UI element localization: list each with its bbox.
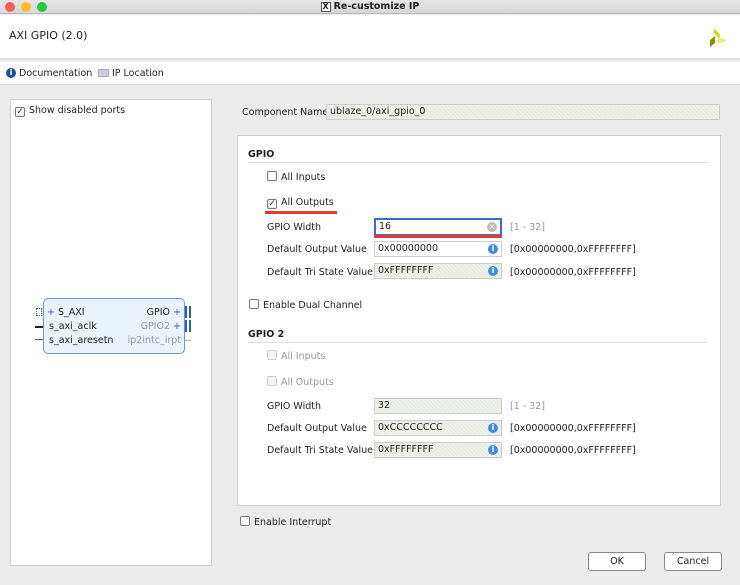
gpio2-width-input[interactable]: 32	[374, 398, 502, 414]
reset-pin-icon	[35, 339, 43, 340]
gpio2-section-title: GPIO 2	[248, 329, 285, 340]
highlight-underline	[374, 235, 502, 238]
minimize-window-button[interactable]	[21, 2, 31, 12]
gpio-default-output-range: [0x00000000,0xFFFFFFFF]	[510, 244, 636, 255]
gpio2-all-outputs-checkbox[interactable]: All Outputs	[267, 376, 334, 388]
gpio2-bus-icon	[185, 320, 191, 332]
title-bar: X Re-customize IP	[0, 0, 740, 14]
symbol-panel: ✓ Show disabled ports + S_AXI s_axi_aclk …	[10, 99, 212, 566]
gpio-default-output-input[interactable]: 0x00000000 i	[374, 241, 502, 257]
port-s-axi-aresetn: s_axi_aresetn	[49, 335, 114, 346]
gpio2-width-label: GPIO Width	[267, 401, 321, 412]
clock-pin-icon	[35, 326, 43, 328]
gpio-default-output-label: Default Output Value	[267, 244, 367, 255]
gpio-section-title: GPIO	[248, 149, 275, 160]
show-disabled-ports-label: Show disabled ports	[29, 105, 126, 116]
window-title: Re-customize IP	[333, 1, 420, 12]
toolbar: i Documentation IP Location	[0, 62, 740, 85]
info-icon: i	[488, 244, 498, 254]
gpio-bus-icon	[185, 306, 191, 318]
maximize-window-button[interactable]	[37, 2, 47, 12]
enable-interrupt-checkbox[interactable]: Enable Interrupt	[240, 516, 331, 528]
gpio-width-input[interactable]: 16 ×	[374, 218, 502, 236]
info-icon: i	[488, 445, 498, 455]
ok-button[interactable]: OK	[588, 552, 646, 571]
gpio2-tri-state-range: [0x00000000,0xFFFFFFFF]	[510, 445, 636, 456]
gpio-tri-state-label: Default Tri State Value	[267, 267, 373, 278]
enable-dual-channel-checkbox[interactable]: Enable Dual Channel	[249, 299, 362, 311]
info-icon: i	[6, 68, 16, 78]
info-icon: i	[488, 423, 498, 433]
gpio2-default-output-label: Default Output Value	[267, 423, 367, 434]
gpio2-all-inputs-checkbox[interactable]: All Inputs	[267, 350, 325, 362]
port-gpio: GPIO +	[146, 307, 181, 318]
port-s-axi: + S_AXI	[47, 307, 85, 318]
close-window-button[interactable]	[5, 2, 15, 12]
clear-icon[interactable]: ×	[487, 222, 497, 232]
component-name-input[interactable]: ublaze_0/axi_gpio_0	[326, 104, 720, 120]
gpio-tri-state-range: [0x00000000,0xFFFFFFFF]	[510, 267, 636, 278]
documentation-link[interactable]: Documentation	[19, 68, 92, 79]
gpio-width-range: [1 - 32]	[510, 222, 546, 233]
folder-icon	[98, 69, 109, 77]
gpio2-default-output-range: [0x00000000,0xFFFFFFFF]	[510, 423, 636, 434]
component-name-label: Component Name	[242, 107, 329, 118]
gpio2-tri-state-label: Default Tri State Value	[267, 445, 373, 456]
gpio2-default-output-input[interactable]: 0xCCCCCCCC i	[374, 420, 502, 436]
ip-title: AXI GPIO (2.0)	[9, 29, 88, 42]
port-ip2intc-irpt: ip2intc_irpt	[127, 335, 181, 346]
highlight-underline	[265, 211, 337, 214]
ip-block[interactable]: + S_AXI s_axi_aclk s_axi_aresetn GPIO + …	[43, 298, 185, 354]
gpio-tri-state-input[interactable]: 0xFFFFFFFF i	[374, 263, 502, 279]
gpio-width-label: GPIO Width	[267, 222, 321, 233]
gpio2-width-range: [1 - 32]	[510, 401, 546, 412]
irpt-pin-icon	[185, 340, 191, 341]
gpio-config-panel: GPIO All Inputs ✓ All Outputs GPIO Width …	[237, 135, 721, 506]
gpio-all-inputs-checkbox[interactable]: All Inputs	[267, 171, 325, 183]
gpio2-tri-state-input[interactable]: 0xFFFFFFFF i	[374, 442, 502, 458]
ip-location-link[interactable]: IP Location	[112, 68, 164, 79]
gpio-all-outputs-checkbox[interactable]: ✓ All Outputs	[267, 197, 334, 209]
port-s-axi-aclk: s_axi_aclk	[49, 321, 97, 332]
header: AXI GPIO (2.0)	[0, 15, 740, 60]
xilinx-logo-icon	[710, 28, 727, 47]
bus-pin-icon	[36, 308, 42, 316]
x11-icon: X	[320, 2, 331, 12]
show-disabled-ports-checkbox[interactable]: ✓ Show disabled ports	[15, 105, 125, 117]
info-icon: i	[488, 266, 498, 276]
cancel-button[interactable]: Cancel	[664, 552, 722, 571]
port-gpio2: GPIO2 +	[140, 321, 181, 332]
